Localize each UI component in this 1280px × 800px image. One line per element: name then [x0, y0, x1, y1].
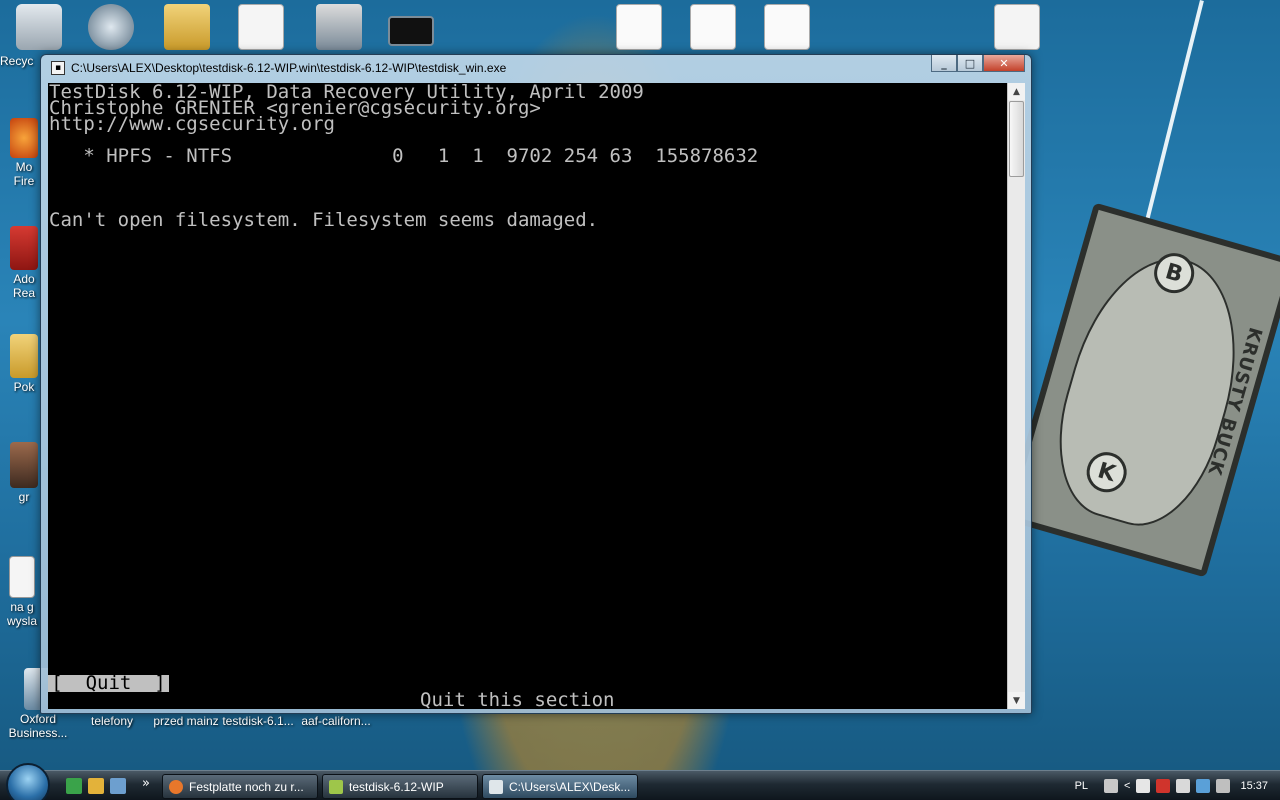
network-icon[interactable] — [1196, 779, 1211, 793]
folder-icon[interactable] — [164, 4, 210, 50]
excel-document-icon[interactable] — [690, 4, 736, 50]
antivirus-icon[interactable] — [1156, 779, 1171, 793]
folder-icon — [329, 779, 343, 794]
desktop-icon-label: testdisk-6.1... — [222, 714, 294, 728]
error-message: Can't open filesystem. Filesystem seems … — [49, 209, 599, 231]
desktop-icon-label: Ado Rea — [12, 272, 35, 300]
desktop-icon-word-doc[interactable]: na g wysla — [4, 556, 40, 628]
volume-icon[interactable] — [1216, 779, 1231, 793]
taskbar: » Festplatte noch zu r... testdisk-6.12-… — [0, 763, 1280, 800]
desktop-icon-folder[interactable]: Pok — [8, 334, 40, 394]
safely-remove-icon[interactable] — [1176, 779, 1191, 793]
console-scrollbar[interactable]: ▲ ▼ — [1007, 83, 1025, 709]
desktop-icon-label: Oxford Business... — [8, 712, 68, 740]
clock[interactable]: 15:37 — [1240, 780, 1268, 792]
scroll-up-arrow-icon[interactable]: ▲ — [1008, 83, 1025, 100]
desktop-icon-telefony[interactable]: telefony — [76, 714, 148, 728]
minimize-button[interactable]: _ — [931, 55, 957, 72]
desktop-icon-label: przed mainz — [153, 714, 219, 728]
desktop-icon-label: telefony — [90, 714, 134, 728]
firefox-icon — [169, 779, 183, 794]
partition-entry: * HPFS - NTFS 0 1 1 9702 254 63 15587863… — [49, 145, 759, 167]
desktop-icon-label: Pok — [13, 380, 35, 394]
firefox-icon — [10, 118, 38, 158]
monitor-icon[interactable] — [388, 16, 434, 46]
photo-icon — [10, 442, 38, 488]
desktop-icon-label: Recyc — [0, 54, 34, 68]
desktop-icon-label: na g wysla — [6, 600, 37, 628]
console-header-url: http://www.cgsecurity.org — [49, 113, 335, 135]
task-firefox[interactable]: Festplatte noch zu r... — [162, 774, 318, 799]
window-title: C:\Users\ALEX\Desktop\testdisk-6.12-WIP.… — [71, 61, 507, 75]
task-testdisk-folder[interactable]: testdisk-6.12-WIP — [322, 774, 478, 799]
console-icon — [489, 779, 503, 794]
console-output[interactable]: TestDisk 6.12-WIP, Data Recovery Utility… — [48, 83, 1008, 709]
quit-button[interactable]: [ Quit ] — [48, 674, 169, 693]
desktop-icon-label: Mo Fire — [13, 160, 35, 188]
system-tray: PL < 15:37 — [1070, 771, 1280, 800]
task-label: testdisk-6.12-WIP — [349, 779, 444, 794]
recycle-bin-icon[interactable] — [16, 4, 62, 50]
desktop-icon-photo[interactable]: gr — [8, 442, 40, 504]
tray-expand-arrow[interactable]: < — [1124, 780, 1130, 792]
quit-hint: Quit this section — [420, 689, 615, 710]
pdf-document-icon[interactable] — [238, 4, 284, 50]
installer-icon[interactable] — [316, 4, 362, 50]
desktop-icon-aaf-california[interactable]: aaf-californ... — [294, 714, 378, 728]
maximize-button[interactable]: □ — [957, 55, 983, 72]
word-document-icon — [9, 556, 35, 598]
desktop-icon-recycle-bin[interactable]: Recyc — [0, 54, 40, 68]
word-document-icon[interactable] — [616, 4, 662, 50]
wallpaper-krusty-bill: B K KRUSTY BUCK — [1003, 202, 1280, 578]
desktop-icon-firefox[interactable]: Mo Fire — [8, 118, 40, 188]
desktop-icon-testdisk[interactable]: testdisk-6.1... — [222, 714, 294, 728]
folder-icon — [10, 334, 38, 378]
quicklaunch-desktop-icon[interactable] — [66, 778, 82, 794]
keyboard-icon[interactable] — [1104, 779, 1119, 793]
window-titlebar[interactable]: ▪ C:\Users\ALEX\Desktop\testdisk-6.12-WI… — [41, 55, 1031, 81]
console-app-icon: ▪ — [51, 61, 65, 75]
quicklaunch-chevron[interactable]: » — [142, 776, 150, 791]
desktop-icon-label: aaf-californ... — [301, 714, 371, 728]
console-window[interactable]: ▪ C:\Users\ALEX\Desktop\testdisk-6.12-WI… — [40, 54, 1032, 714]
desktop-icon-adobe-reader[interactable]: Ado Rea — [8, 226, 40, 300]
scroll-down-arrow-icon[interactable]: ▼ — [1008, 692, 1025, 709]
quicklaunch-switch-icon[interactable] — [110, 778, 126, 794]
desktop-icon-label: gr — [18, 490, 30, 504]
task-console[interactable]: C:\Users\ALEX\Desk... — [482, 774, 638, 799]
device-icon[interactable] — [1136, 779, 1151, 793]
shortcut-app-icon[interactable] — [88, 4, 134, 50]
scroll-thumb[interactable] — [1009, 101, 1024, 177]
start-button[interactable] — [6, 763, 50, 800]
language-indicator[interactable]: PL — [1075, 780, 1088, 792]
text-document-icon[interactable] — [994, 4, 1040, 50]
task-label: Festplatte noch zu r... — [189, 779, 304, 794]
task-label: C:\Users\ALEX\Desk... — [509, 779, 631, 794]
desktop-icon-przed-mainz[interactable]: przed mainz — [150, 714, 222, 728]
window-controls: _ □ ✕ — [931, 55, 1025, 72]
excel-document-icon-2[interactable] — [764, 4, 810, 50]
adobe-reader-icon — [10, 226, 38, 270]
wallpaper-fishing-line — [1144, 0, 1204, 225]
close-button[interactable]: ✕ — [983, 55, 1025, 72]
quicklaunch-folder-icon[interactable] — [88, 778, 104, 794]
